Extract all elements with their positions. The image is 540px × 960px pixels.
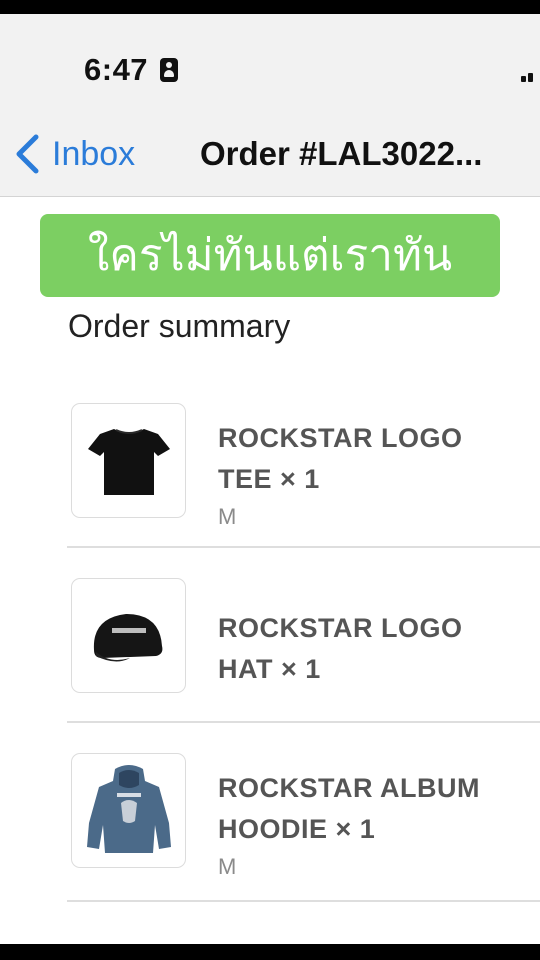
divider bbox=[67, 721, 540, 723]
back-button[interactable]: Inbox bbox=[14, 132, 135, 176]
list-item[interactable]: ROCKSTAR LOGO TEE × 1 M bbox=[0, 400, 540, 550]
hoodie-icon bbox=[86, 764, 171, 853]
item-variant: M bbox=[218, 854, 237, 879]
product-thumbnail bbox=[71, 403, 186, 518]
order-summary-heading: Order summary bbox=[68, 308, 291, 344]
item-name: ROCKSTAR LOGO TEE × 1 bbox=[218, 423, 463, 494]
screen: 6:47 Inbox Order #LAL3022... ใครไม่ทันแต… bbox=[0, 14, 540, 944]
divider bbox=[67, 900, 540, 902]
item-variant: M bbox=[218, 504, 237, 529]
signal-icon bbox=[521, 70, 540, 82]
list-item[interactable]: ROCKSTAR LOGO HAT × 1 bbox=[0, 576, 540, 726]
back-label: Inbox bbox=[52, 134, 136, 173]
status-time: 6:47 bbox=[84, 52, 149, 87]
item-name: ROCKSTAR LOGO HAT × 1 bbox=[218, 613, 463, 684]
contact-badge-icon bbox=[160, 58, 178, 82]
navigation-bar: Inbox Order #LAL3022... bbox=[0, 114, 540, 197]
thai-caption-banner: ใครไม่ทันแต่เราทัน bbox=[40, 214, 500, 297]
item-name: ROCKSTAR ALBUM HOODIE × 1 bbox=[218, 773, 480, 844]
divider bbox=[67, 546, 540, 548]
status-bar: 6:47 bbox=[0, 14, 540, 114]
cap-icon bbox=[93, 613, 162, 662]
product-thumbnail bbox=[71, 753, 186, 868]
chevron-left-icon bbox=[16, 134, 39, 174]
list-item[interactable]: ROCKSTAR ALBUM HOODIE × 1 M bbox=[0, 750, 540, 900]
product-thumbnail bbox=[71, 578, 186, 693]
bottom-edge bbox=[0, 944, 540, 960]
page-title: Order #LAL3022... bbox=[200, 135, 483, 172]
tshirt-icon bbox=[87, 428, 170, 495]
